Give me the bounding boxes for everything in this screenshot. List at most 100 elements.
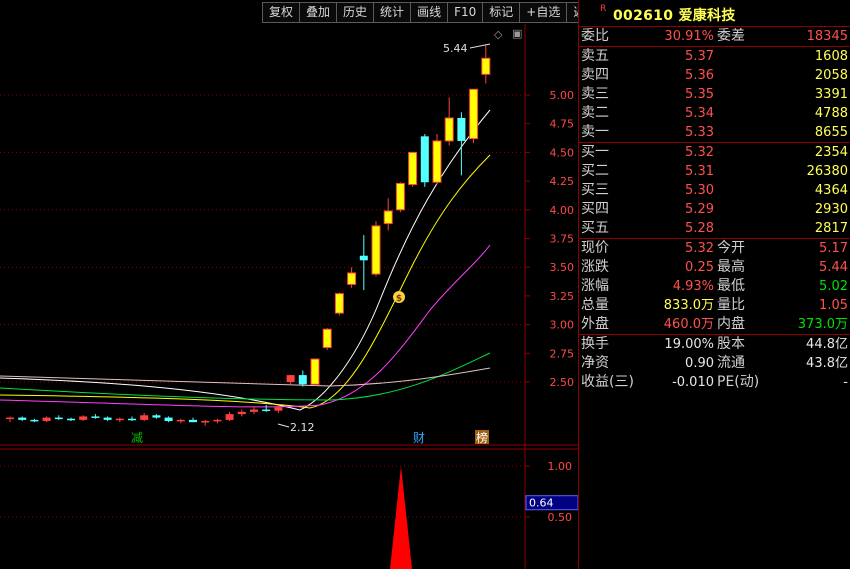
candle-body bbox=[213, 419, 222, 422]
candle-body bbox=[383, 210, 393, 225]
stat-row: 现价 5.32 今开 5.17 bbox=[581, 240, 848, 256]
stat-row: 外盘 460.0万 内盘 373.0万 bbox=[581, 316, 848, 332]
candle-body bbox=[103, 417, 112, 420]
candle-body bbox=[225, 414, 234, 420]
event-tag: 减 bbox=[131, 431, 143, 445]
candle-body bbox=[334, 293, 344, 314]
price-tick-label: 3.00 bbox=[550, 319, 575, 332]
ask-row[interactable]: 卖四 5.36 2058 bbox=[579, 66, 850, 85]
price-tick-label: 2.50 bbox=[550, 376, 575, 389]
candle-body bbox=[176, 419, 185, 422]
candle-body bbox=[18, 417, 27, 420]
bid-row[interactable]: 买四 5.29 2930 bbox=[579, 200, 850, 219]
mark-button[interactable]: 标记 bbox=[482, 2, 520, 23]
candle-body bbox=[262, 409, 271, 412]
price-tick-label: 3.50 bbox=[550, 261, 575, 274]
ask-row[interactable]: 卖三 5.35 3391 bbox=[579, 85, 850, 104]
candle-body bbox=[481, 57, 491, 75]
r-badge: R bbox=[600, 4, 607, 14]
ask-row[interactable]: 卖一 5.33 8655 bbox=[579, 123, 850, 142]
fin-row: 收益(三) -0.010 PE(动) - bbox=[581, 374, 848, 390]
overlay-button[interactable]: 叠加 bbox=[299, 2, 337, 23]
candle-body bbox=[54, 417, 63, 420]
stat-row: 总量 833.0万 量比 1.05 bbox=[581, 297, 848, 313]
candle-body bbox=[250, 409, 258, 412]
money-bag-icon-glyph: $ bbox=[396, 294, 402, 304]
kline-chart-area[interactable]: 5.00 4.75 4.50 4.25 4.00 3.75 3.50 3.25 3.00 2.75… bbox=[0, 0, 605, 569]
candle-body bbox=[408, 151, 418, 186]
bid-row[interactable]: 买三 5.30 4364 bbox=[579, 181, 850, 200]
candle-body bbox=[237, 411, 246, 415]
candle-body bbox=[128, 418, 136, 421]
fin-row: 净资 0.90 流通 43.8亿 bbox=[581, 355, 848, 371]
history-button[interactable]: 历史 bbox=[336, 2, 374, 23]
stat-row: 涨跌 0.25 最高 5.44 bbox=[581, 259, 848, 275]
quote-panel: R 002610 爱康科技 委比 30.91% 委差 18345 卖五 5.37… bbox=[578, 0, 850, 569]
price-tick-label: 4.00 bbox=[550, 204, 575, 217]
moving-average-line bbox=[0, 244, 491, 408]
price-stats: 现价 5.32 今开 5.17 涨跌 0.25 最高 5.44 涨幅 4.93%… bbox=[579, 239, 850, 334]
ask-row[interactable]: 卖五 5.37 1608 bbox=[579, 47, 850, 66]
low-price-label: 2.12 bbox=[290, 421, 315, 434]
kline-chart[interactable]: 5.00 4.75 4.50 4.25 4.00 3.75 3.50 3.25 3.00 2.75… bbox=[0, 0, 578, 569]
bid-row[interactable]: 买五 5.28 2817 bbox=[579, 219, 850, 238]
bid-book: 买一 5.32 2354 买二 5.31 26380 买三 5.30 4364 … bbox=[579, 143, 850, 238]
price-tick-label: 4.50 bbox=[550, 146, 575, 159]
candle-body bbox=[140, 415, 149, 420]
moving-average-line bbox=[0, 367, 491, 387]
price-tick-label: 4.25 bbox=[550, 175, 575, 188]
weibi-label: 委比 bbox=[581, 28, 609, 44]
price-tick-label: 5.00 bbox=[550, 89, 575, 102]
candle-body bbox=[6, 417, 14, 420]
fuquan-button[interactable]: 复权 bbox=[262, 2, 300, 23]
candle-body bbox=[469, 88, 479, 140]
candle-body bbox=[395, 182, 405, 211]
candle-body bbox=[310, 358, 320, 385]
ask-book: 卖五 5.37 1608 卖四 5.36 2058 卖三 5.35 3391 卖… bbox=[579, 47, 850, 142]
bid-row[interactable]: 买二 5.31 26380 bbox=[579, 162, 850, 181]
high-price-arrow bbox=[469, 43, 491, 49]
indicator-tick-label: 0.50 bbox=[548, 511, 573, 524]
candle-body bbox=[274, 407, 283, 411]
candle-body bbox=[322, 328, 332, 349]
stock-code: 002610 爱康科技 bbox=[613, 8, 736, 24]
candle-body bbox=[91, 416, 100, 418]
moving-average-line bbox=[0, 154, 491, 409]
candle-body bbox=[420, 136, 429, 183]
indicator-tick-label: 1.00 bbox=[548, 460, 573, 473]
candle-body bbox=[164, 417, 173, 422]
candle-body bbox=[30, 419, 39, 422]
weicha-value: 18345 bbox=[806, 29, 848, 44]
add-watchlist-button[interactable]: +自选 bbox=[519, 2, 567, 23]
candle-body bbox=[189, 419, 197, 423]
candle-body bbox=[432, 140, 442, 183]
candle-body bbox=[67, 418, 75, 421]
draw-line-button[interactable]: 画线 bbox=[410, 2, 448, 23]
chart-toolbar: 复权 叠加 历史 统计 画线 F10 标记 +自选 返回 bbox=[262, 2, 605, 23]
statistics-button[interactable]: 统计 bbox=[373, 2, 411, 23]
window-toggle-icon[interactable]: ▣ bbox=[512, 27, 522, 40]
candle-body bbox=[79, 416, 88, 420]
candle-body bbox=[286, 375, 295, 382]
weibi-row: 委比 30.91% 委差 18345 bbox=[579, 27, 850, 46]
ask-row[interactable]: 卖二 5.34 4788 bbox=[579, 104, 850, 123]
candle-body bbox=[298, 375, 307, 385]
moving-average-line bbox=[0, 352, 491, 401]
stock-header: R 002610 爱康科技 bbox=[579, 0, 850, 27]
bid-row[interactable]: 买一 5.32 2354 bbox=[579, 143, 850, 162]
candle-body bbox=[457, 117, 466, 141]
price-tick-label: 4.75 bbox=[550, 118, 575, 131]
candle-body bbox=[42, 417, 51, 422]
indicator-current-value: 0.64 bbox=[529, 497, 554, 510]
f10-button[interactable]: F10 bbox=[447, 2, 483, 23]
candle-body bbox=[371, 225, 381, 275]
candle-body bbox=[444, 117, 454, 142]
candle-body bbox=[115, 418, 124, 421]
fundamentals: 换手 19.00% 股本 44.8亿 净资 0.90 流通 43.8亿 收益(三… bbox=[579, 335, 850, 392]
price-tick-label: 2.75 bbox=[550, 347, 575, 360]
high-price-label: 5.44 bbox=[443, 42, 468, 55]
weibi-value: 30.91% bbox=[664, 29, 714, 44]
candle-body bbox=[347, 272, 357, 285]
price-tick-label: 3.25 bbox=[550, 290, 575, 303]
diamond-icon[interactable]: ◇ bbox=[494, 28, 502, 41]
